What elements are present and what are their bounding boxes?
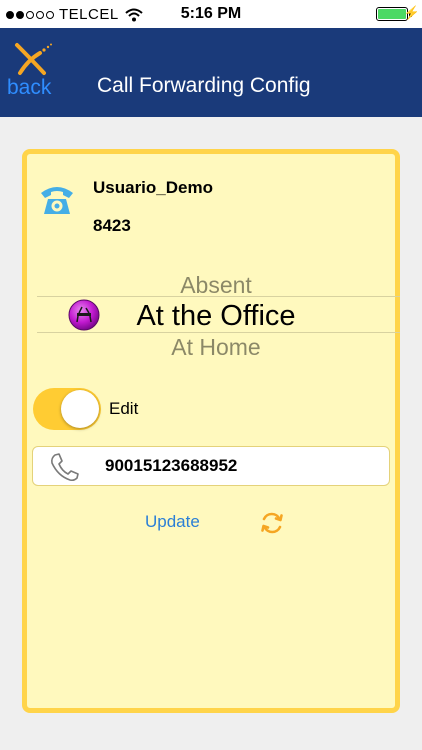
picker-divider-bottom <box>37 332 400 333</box>
status-bar: TELCEL 5:16 PM ⚡ <box>0 0 422 28</box>
update-button[interactable]: Update <box>145 512 200 532</box>
back-button[interactable]: back <box>6 42 62 102</box>
config-card: Usuario_Demo 8423 Absent At the Office A… <box>22 149 400 713</box>
status-circle-icon <box>68 299 100 331</box>
telephone-icon <box>41 187 73 214</box>
picker-option-home[interactable]: At Home <box>32 334 400 361</box>
back-label: back <box>7 76 52 99</box>
picker-divider-top <box>37 296 400 297</box>
handset-icon <box>51 453 79 482</box>
nav-bar: back Call Forwarding Config <box>0 28 422 117</box>
page-title: Call Forwarding Config <box>97 74 311 97</box>
forward-number-value[interactable]: 90015123688952 <box>105 456 237 476</box>
charging-bolt-icon: ⚡ <box>403 5 420 20</box>
edit-label: Edit <box>109 399 139 418</box>
picker-option-absent[interactable]: Absent <box>32 272 400 299</box>
forward-number-field[interactable]: 90015123688952 <box>32 446 390 486</box>
status-time: 5:16 PM <box>180 5 242 22</box>
refresh-icon[interactable] <box>259 510 285 536</box>
user-name: Usuario_Demo <box>93 178 213 197</box>
edit-toggle[interactable] <box>33 388 101 430</box>
extension-number: 8423 <box>93 216 131 235</box>
status-picker[interactable]: Absent At the Office At Home <box>32 264 400 364</box>
x-logo-icon <box>15 43 52 75</box>
toggle-knob <box>61 390 99 428</box>
